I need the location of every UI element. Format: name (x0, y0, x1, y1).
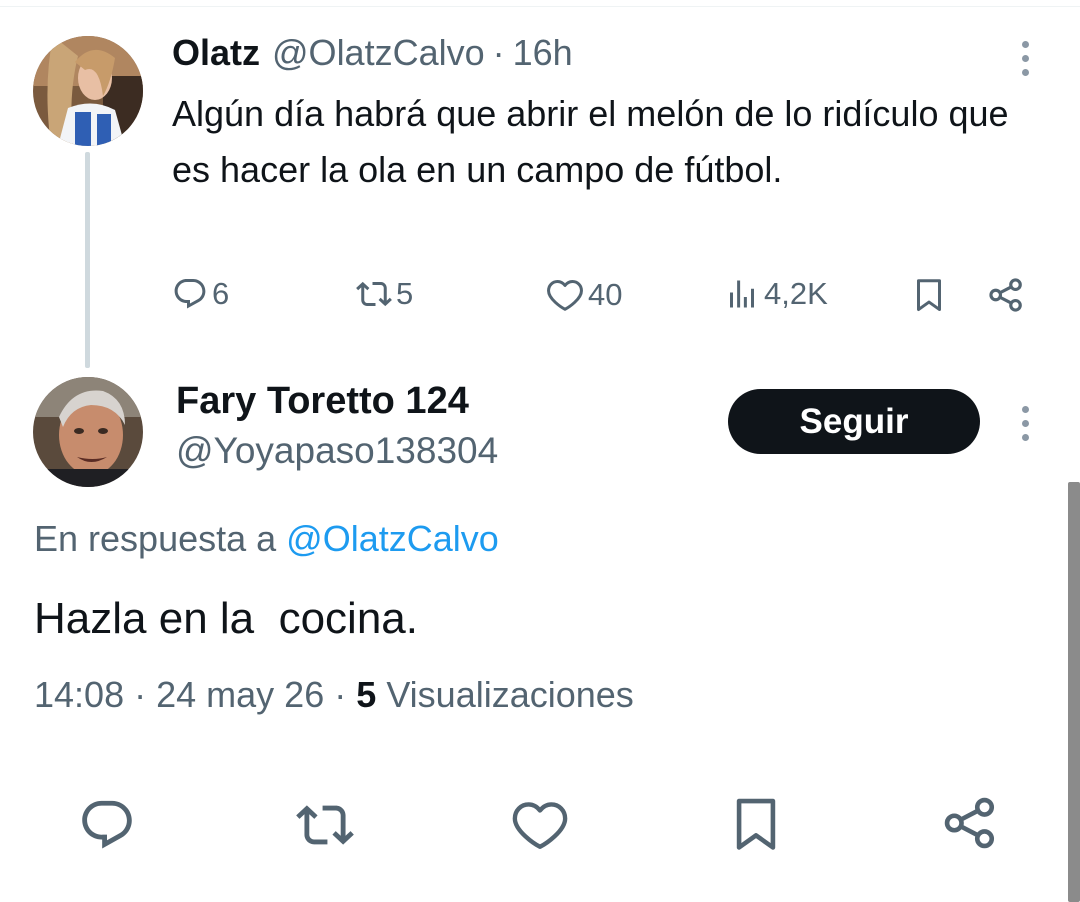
views-bar-icon (730, 280, 754, 308)
reply-icon (82, 800, 132, 849)
reply-author-handle[interactable]: @Yoyapaso138304 (176, 430, 498, 472)
parent-author-name[interactable]: Olatz (172, 32, 260, 74)
reply-button[interactable] (78, 796, 136, 854)
reply-time[interactable]: 14:08 (34, 674, 124, 715)
scrollbar[interactable] (1068, 482, 1080, 902)
reply-views-label: Visualizaciones (386, 674, 634, 715)
follow-button[interactable]: Seguir (728, 389, 980, 454)
reply-icon (174, 279, 206, 309)
parent-view-count: 4,2K (764, 276, 828, 311)
parent-repost-button[interactable]: 5 (356, 276, 413, 312)
parent-like-count: 40 (588, 277, 623, 312)
bookmark-icon (917, 279, 941, 312)
parent-reply-button[interactable]: 6 (172, 276, 229, 312)
meta-separator: · (134, 674, 147, 715)
bookmark-icon (736, 798, 776, 850)
parent-more-icon[interactable] (1019, 41, 1031, 76)
reply-author-name[interactable]: Fary Toretto 124 (176, 380, 469, 423)
parent-tweet-text: Algún día habrá que abrir el melón de lo… (172, 93, 1009, 190)
meta-separator: · (334, 674, 347, 715)
repost-icon (296, 805, 354, 845)
parent-repost-count: 5 (396, 276, 414, 311)
like-button[interactable] (511, 796, 569, 854)
parent-bookmark-button[interactable] (911, 276, 947, 314)
parent-reply-count: 6 (212, 276, 230, 311)
share-icon (944, 797, 995, 849)
repost-icon (356, 281, 392, 307)
parent-tweet-header: Olatz @OlatzCalvo · 16h (172, 32, 573, 80)
parent-timestamp[interactable]: 16h (513, 32, 573, 74)
parent-views-button[interactable]: 4,2K (724, 276, 828, 312)
parent-header-separator: · (492, 32, 505, 73)
heart-icon (547, 280, 583, 311)
parent-like-button[interactable]: 40 (546, 276, 622, 314)
reply-more-icon[interactable] (1019, 406, 1031, 441)
bookmark-button[interactable] (727, 794, 785, 854)
parent-author-handle[interactable]: @OlatzCalvo (272, 32, 485, 74)
reply-context-mention[interactable]: @OlatzCalvo (286, 518, 499, 559)
reply-context-prefix: En respuesta a (34, 518, 277, 559)
fary-avatar[interactable] (33, 377, 143, 487)
reply-tweet-text: Hazla en la cocina. (34, 594, 418, 643)
thread-connector-line (85, 152, 90, 368)
top-divider (0, 6, 1080, 7)
share-icon (989, 278, 1022, 312)
olatz-avatar[interactable] (33, 36, 143, 146)
reply-views-count: 5 (356, 674, 377, 715)
repost-button[interactable] (296, 796, 354, 854)
parent-share-button[interactable] (987, 276, 1025, 314)
reply-meta: 14:08 · 24 may 26 · 5 Visualizaciones (34, 674, 634, 716)
reply-context: En respuesta a @OlatzCalvo (34, 518, 499, 560)
share-button[interactable] (941, 794, 999, 852)
heart-icon (512, 802, 568, 849)
reply-date[interactable]: 24 may 26 (156, 674, 324, 715)
